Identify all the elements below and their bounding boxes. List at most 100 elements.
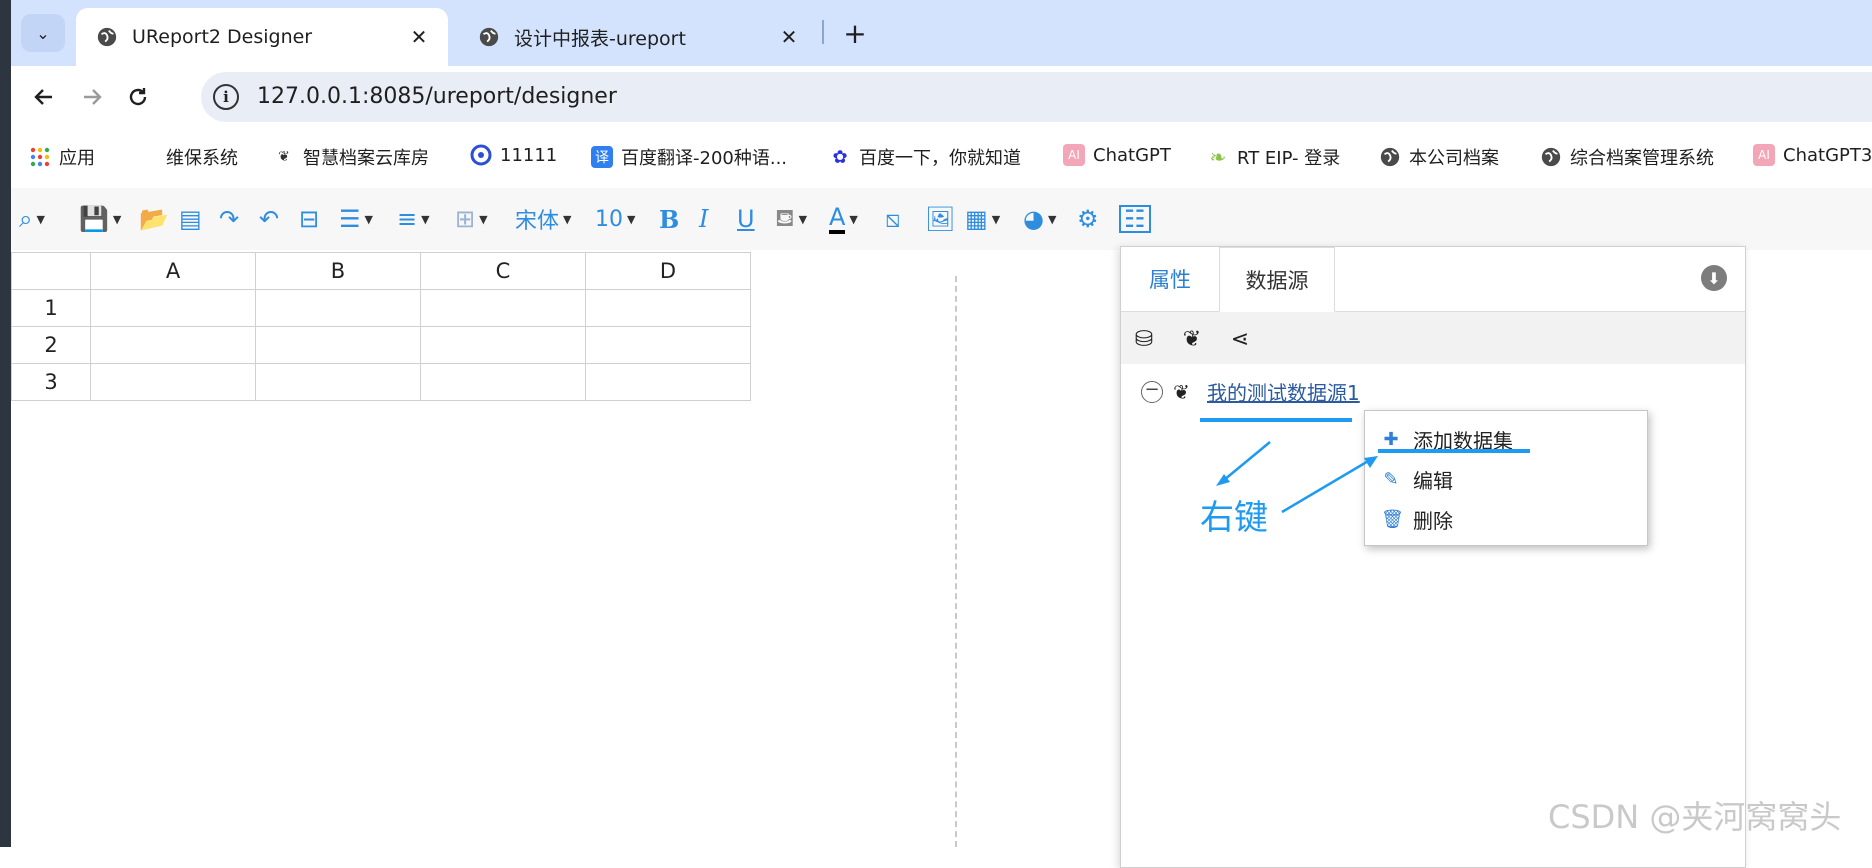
underline-button[interactable]: U — [737, 202, 755, 236]
grid-cell[interactable] — [585, 363, 751, 401]
column-header[interactable]: D — [585, 252, 751, 290]
browser-tab-report[interactable]: 设计中报表-ureport ✕ — [458, 8, 818, 66]
grid-corner[interactable] — [11, 252, 91, 290]
bookmark-rt-eip[interactable]: ❧ RT EIP- 登录 — [1207, 144, 1341, 170]
background-window-edge — [0, 0, 11, 847]
panel-tabs: 属性 数据源 ⬇ — [1121, 247, 1745, 312]
caret-down-icon: ▼ — [36, 212, 45, 226]
align-middle-icon: ≡ — [397, 205, 418, 233]
bold-button[interactable]: B — [659, 202, 679, 236]
column-header[interactable]: C — [420, 252, 586, 290]
tab-title: UReport2 Designer — [132, 26, 313, 48]
url-text[interactable]: 127.0.0.1:8085/ureport/designer — [257, 84, 617, 109]
arrow-right-icon — [84, 89, 102, 105]
add-spring-bean-button[interactable]: ❦ — [1177, 324, 1207, 354]
add-builtin-datasource-button[interactable]: ⋖ — [1225, 324, 1255, 354]
row-header[interactable]: 1 — [11, 289, 91, 327]
merge-cells-button[interactable]: ⊟ — [299, 202, 319, 236]
caret-down-icon: ▼ — [563, 212, 572, 226]
grid-cell[interactable] — [420, 326, 586, 364]
reload-button[interactable] — [121, 80, 155, 114]
slash-cell-icon: ⧅ — [885, 205, 901, 233]
bookmarks-bar: 应用 维保系统 ❦ 智慧档案云库房 11111 译 百度翻译-200种语... … — [11, 128, 1872, 189]
forward-button[interactable] — [75, 80, 109, 114]
site-info-icon[interactable]: i — [213, 84, 239, 110]
add-database-button[interactable]: ⛁ — [1129, 324, 1159, 354]
preview-button[interactable]: ⌕ ▼ — [19, 202, 45, 236]
bookmark-archive-cloud[interactable]: ❦ 智慧档案云库房 — [273, 144, 429, 170]
browser-tab-ureport-designer[interactable]: UReport2 Designer ✕ — [76, 8, 448, 66]
font-color-button[interactable]: A ▼ — [829, 202, 858, 236]
grid-cell[interactable] — [255, 326, 421, 364]
back-button[interactable] — [27, 80, 61, 114]
redo-button[interactable]: ↷ — [219, 202, 239, 236]
font-family-select[interactable]: 宋体 ▼ — [515, 202, 571, 236]
annotation-underline-datasource — [1200, 418, 1352, 422]
grid-cell[interactable] — [585, 326, 751, 364]
bookmark-archive-system[interactable]: 综合档案管理系统 — [1540, 144, 1714, 170]
bookmark-label: 智慧档案云库房 — [303, 148, 429, 169]
datasource-tree-node[interactable]: − ❦ 我的测试数据源1 — [1141, 377, 1360, 406]
save-button[interactable]: 💾 ▼ — [79, 202, 121, 236]
globe-icon — [1541, 147, 1561, 167]
bookmark-11111[interactable]: 11111 — [470, 144, 557, 166]
qrcode-button[interactable]: ▦ ▼ — [965, 202, 1000, 236]
menu-item-label: 编辑 — [1413, 469, 1453, 493]
grid-cell[interactable] — [420, 363, 586, 401]
grid-cell[interactable] — [255, 289, 421, 327]
leaf-icon: ❦ — [1173, 379, 1190, 404]
close-icon[interactable]: ✕ — [774, 25, 804, 49]
close-icon[interactable]: ✕ — [404, 25, 434, 49]
collapse-panel-icon[interactable]: ⬇ — [1701, 265, 1727, 291]
save-icon: 💾 — [79, 205, 109, 233]
row-header[interactable]: 2 — [11, 326, 91, 364]
slash-cell-button[interactable]: ⧅ — [885, 202, 900, 236]
column-header[interactable]: B — [255, 252, 421, 290]
settings-button[interactable]: ⚙ — [1077, 202, 1099, 236]
merge-cells-icon: ⊟ — [299, 205, 320, 233]
grid-cell[interactable] — [585, 289, 751, 327]
bookmark-label: 维保系统 — [166, 148, 238, 169]
tab-properties[interactable]: 属性 — [1121, 247, 1219, 311]
align-button[interactable]: ☰ ▼ — [339, 202, 373, 236]
ai-icon: AI — [1063, 144, 1085, 166]
tab-datasource[interactable]: 数据源 — [1219, 247, 1335, 312]
font-size-select[interactable]: 10 ▼ — [595, 202, 635, 236]
bookmark-label: ChatGPT — [1093, 144, 1171, 166]
open-button[interactable]: 📂 — [139, 202, 169, 236]
valign-button[interactable]: ≡ ▼ — [397, 202, 430, 236]
qrcode-icon: ▦ — [965, 205, 988, 233]
bookmark-chatgpt[interactable]: AI ChatGPT — [1063, 144, 1171, 166]
bookmark-label: 综合档案管理系统 — [1570, 148, 1714, 169]
bookmark-baidu-translate[interactable]: 译 百度翻译-200种语... — [591, 144, 787, 170]
bookmark-weibao[interactable]: 维保系统 — [166, 144, 238, 170]
tab-search-button[interactable]: ⌄ — [21, 14, 65, 52]
align-left-icon: ☰ — [339, 205, 361, 233]
bookmark-label: 百度翻译-200种语... — [621, 148, 788, 169]
properties-panel-toggle[interactable]: ☷ — [1119, 202, 1151, 236]
background-color-button[interactable]: ⛾ ▼ — [775, 202, 807, 236]
bookmark-baidu[interactable]: ✿ 百度一下，你就知道 — [829, 144, 1021, 170]
caret-down-icon: ▼ — [479, 212, 488, 226]
grid-cell[interactable] — [90, 289, 256, 327]
bookmark-chatgpt3[interactable]: AI ChatGPT3 — [1753, 144, 1872, 166]
grid-cell[interactable] — [255, 363, 421, 401]
datasource-name[interactable]: 我的测试数据源1 — [1207, 377, 1360, 406]
border-button[interactable]: ⊞ ▼ — [455, 202, 488, 236]
italic-button[interactable]: I — [699, 202, 708, 236]
row-header[interactable]: 3 — [11, 363, 91, 401]
import-button[interactable]: ▤ — [179, 202, 202, 236]
apps-grid-icon — [30, 147, 50, 167]
grid-cell[interactable] — [420, 289, 586, 327]
grid-cell[interactable] — [90, 326, 256, 364]
collapse-toggle-icon[interactable]: − — [1141, 380, 1163, 403]
bookmark-company-archive[interactable]: 本公司档案 — [1379, 144, 1499, 170]
column-header[interactable]: A — [90, 252, 256, 290]
grid-cell[interactable] — [90, 363, 256, 401]
undo-button[interactable]: ↶ — [259, 202, 279, 236]
new-tab-button[interactable]: + — [836, 14, 874, 52]
chart-button[interactable]: ◕ ▼ — [1023, 202, 1056, 236]
bookmark-apps[interactable]: 应用 — [29, 144, 95, 170]
image-button[interactable]: 🖼 — [925, 202, 955, 236]
address-bar[interactable]: i 127.0.0.1:8085/ureport/designer — [201, 72, 1872, 122]
